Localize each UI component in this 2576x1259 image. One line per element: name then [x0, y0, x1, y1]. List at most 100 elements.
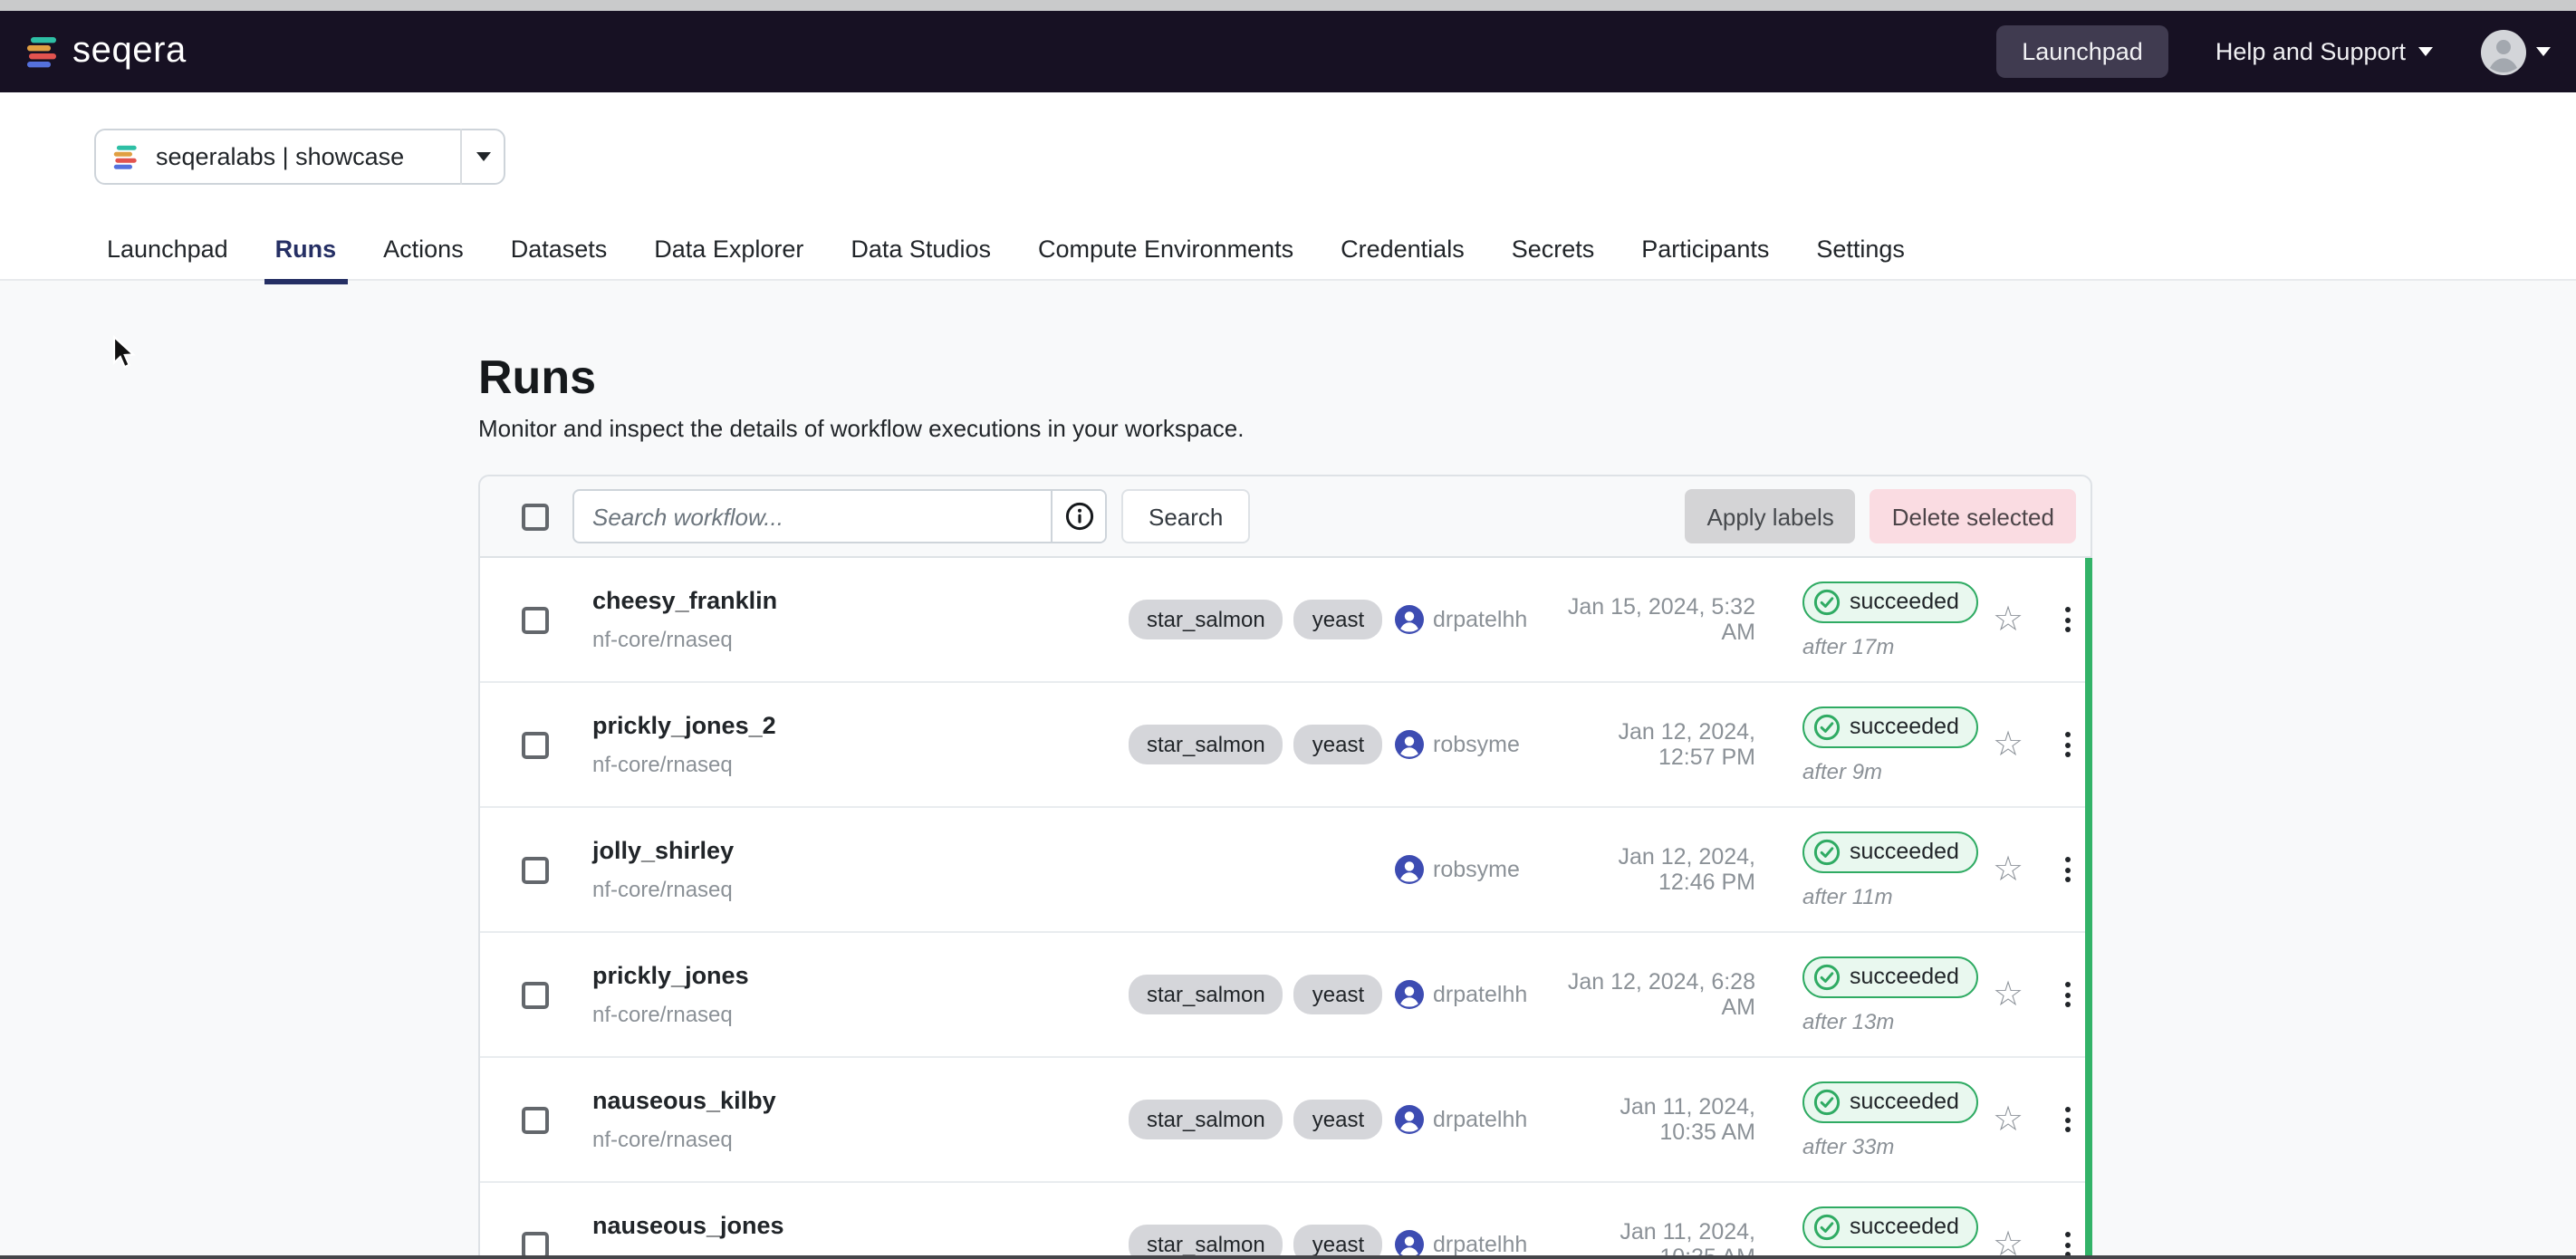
tab-credentials[interactable]: Credentials: [1330, 235, 1475, 284]
check-circle-icon: [1813, 1088, 1841, 1115]
search-input-group: [572, 489, 1107, 543]
check-circle-icon: [1813, 838, 1841, 865]
row-checkbox[interactable]: [522, 606, 549, 633]
tab-participants[interactable]: Participants: [1630, 235, 1780, 284]
run-user: robsyme: [1395, 855, 1563, 884]
tab-secrets[interactable]: Secrets: [1501, 235, 1606, 284]
delete-selected-button[interactable]: Delete selected: [1870, 489, 2076, 543]
workspace-dropdown-toggle[interactable]: [462, 152, 504, 161]
run-label-pill[interactable]: yeast: [1294, 975, 1382, 1014]
star-run-button[interactable]: ☆: [1993, 1102, 2042, 1137]
run-label-pill[interactable]: star_salmon: [1129, 725, 1283, 764]
run-status: succeeded after 13m: [1802, 956, 1993, 1033]
run-date: Jan 12, 2024, 6:28 AM: [1563, 969, 1802, 1020]
status-badge: succeeded: [1802, 1081, 1979, 1122]
top-navbar: seqera Launchpad Help and Support: [0, 11, 2576, 92]
runs-toolbar: Search Apply labels Delete selected: [478, 475, 2092, 558]
run-username: drpatelhh: [1433, 1232, 1527, 1257]
run-label-pill[interactable]: star_salmon: [1129, 600, 1283, 639]
help-menu-label: Help and Support: [2216, 38, 2406, 65]
run-label-pill[interactable]: yeast: [1294, 600, 1382, 639]
star-run-button[interactable]: ☆: [1993, 852, 2042, 887]
status-label: succeeded: [1850, 839, 1959, 864]
workspace-header: seqeralabs | showcase Launchpad Runs Actio…: [0, 92, 2576, 281]
run-name-link[interactable]: prickly_jones_2: [592, 712, 1129, 739]
run-date: Jan 11, 2024, 10:35 AM: [1563, 1094, 1802, 1145]
search-button[interactable]: Search: [1121, 489, 1250, 543]
table-row[interactable]: prickly_jones_2 nf-core/rnaseq star_salm…: [480, 683, 2091, 808]
row-checkbox[interactable]: [522, 1106, 549, 1133]
star-run-button[interactable]: ☆: [1993, 977, 2042, 1012]
run-username: drpatelhh: [1433, 982, 1527, 1007]
chevron-down-icon: [2536, 47, 2551, 56]
launchpad-button[interactable]: Launchpad: [1996, 25, 2168, 78]
tab-runs[interactable]: Runs: [264, 235, 348, 284]
user-icon: [1395, 1105, 1424, 1134]
run-label-pill[interactable]: star_salmon: [1129, 1100, 1283, 1139]
star-run-button[interactable]: ☆: [1993, 727, 2042, 762]
run-pipeline-repo: nf-core/rnaseq: [592, 1127, 1129, 1152]
table-row[interactable]: jolly_shirley nf-core/rnaseq robsyme Jan…: [480, 808, 2091, 933]
chevron-down-icon: [476, 152, 490, 161]
run-label-pill[interactable]: yeast: [1294, 725, 1382, 764]
user-icon: [1395, 855, 1424, 884]
run-duration: after 17m: [1802, 633, 1993, 658]
status-label: succeeded: [1850, 964, 1959, 989]
table-row[interactable]: nauseous_kilby nf-core/rnaseq star_salmo…: [480, 1058, 2091, 1183]
tab-datasets[interactable]: Datasets: [500, 235, 619, 284]
row-checkbox[interactable]: [522, 856, 549, 883]
run-name-link[interactable]: nauseous_jones: [592, 1212, 1129, 1239]
table-row[interactable]: nauseous_jones nf-core/rnaseq star_salmo…: [480, 1183, 2091, 1259]
run-pipeline-repo: nf-core/rnaseq: [592, 627, 1129, 652]
window-bottom-edge: [0, 1254, 2576, 1259]
tab-launchpad[interactable]: Launchpad: [96, 235, 239, 284]
run-date: Jan 11, 2024, 10:35 AM: [1563, 1219, 1802, 1259]
runs-table-body: cheesy_franklin nf-core/rnaseq star_salm…: [478, 558, 2092, 1259]
run-status: succeeded after 17m: [1802, 581, 1993, 658]
run-name-link[interactable]: prickly_jones: [592, 962, 1129, 989]
status-badge: succeeded: [1802, 581, 1979, 622]
status-badge: succeeded: [1802, 831, 1979, 872]
run-label-pill[interactable]: yeast: [1294, 1100, 1382, 1139]
table-row[interactable]: cheesy_franklin nf-core/rnaseq star_salm…: [480, 558, 2091, 683]
table-row[interactable]: prickly_jones nf-core/rnaseq star_salmon…: [480, 933, 2091, 1058]
workspace-name: seqeralabs | showcase: [156, 143, 460, 170]
row-checkbox[interactable]: [522, 981, 549, 1008]
mouse-cursor: [112, 335, 136, 370]
run-name-link[interactable]: nauseous_kilby: [592, 1087, 1129, 1114]
run-labels: star_salmon yeast: [1129, 725, 1395, 764]
run-name-link[interactable]: cheesy_franklin: [592, 587, 1129, 614]
select-all-checkbox[interactable]: [522, 503, 549, 530]
user-icon: [1395, 730, 1424, 759]
page-subtitle: Monitor and inspect the details of workf…: [478, 415, 1244, 442]
run-user: drpatelhh: [1395, 605, 1563, 634]
tab-compute-environments[interactable]: Compute Environments: [1027, 235, 1304, 284]
search-input[interactable]: [574, 491, 1051, 542]
row-checkbox[interactable]: [522, 731, 549, 758]
search-info-icon[interactable]: [1053, 491, 1105, 542]
status-label: succeeded: [1850, 1089, 1959, 1114]
run-name-link[interactable]: jolly_shirley: [592, 837, 1129, 864]
run-date: Jan 12, 2024, 12:46 PM: [1563, 844, 1802, 895]
workspace-org-icon: [112, 144, 139, 169]
seqera-brand[interactable]: seqera: [25, 31, 187, 72]
tab-data-explorer[interactable]: Data Explorer: [643, 235, 814, 284]
table-right-green-indicator: [2084, 558, 2092, 1259]
star-run-button[interactable]: ☆: [1993, 602, 2042, 637]
run-date: Jan 15, 2024, 5:32 AM: [1563, 594, 1802, 645]
run-username: drpatelhh: [1433, 607, 1527, 632]
run-status: succeeded after 9m: [1802, 706, 1993, 783]
run-label-pill[interactable]: star_salmon: [1129, 975, 1283, 1014]
workspace-selector[interactable]: seqeralabs | showcase: [94, 129, 505, 185]
user-avatar-menu[interactable]: [2480, 28, 2551, 75]
seqera-runs-page: seqera Launchpad Help and Support: [0, 0, 2576, 1259]
tab-settings[interactable]: Settings: [1805, 235, 1916, 284]
apply-labels-button[interactable]: Apply labels: [1686, 489, 1856, 543]
tab-data-studios[interactable]: Data Studios: [840, 235, 1002, 284]
check-circle-icon: [1813, 588, 1841, 615]
run-duration: after 11m: [1802, 883, 1993, 908]
tab-actions[interactable]: Actions: [372, 235, 475, 284]
avatar-icon: [2480, 28, 2527, 75]
help-and-support-menu[interactable]: Help and Support: [2216, 38, 2433, 65]
run-duration: after 13m: [1802, 1008, 1993, 1033]
